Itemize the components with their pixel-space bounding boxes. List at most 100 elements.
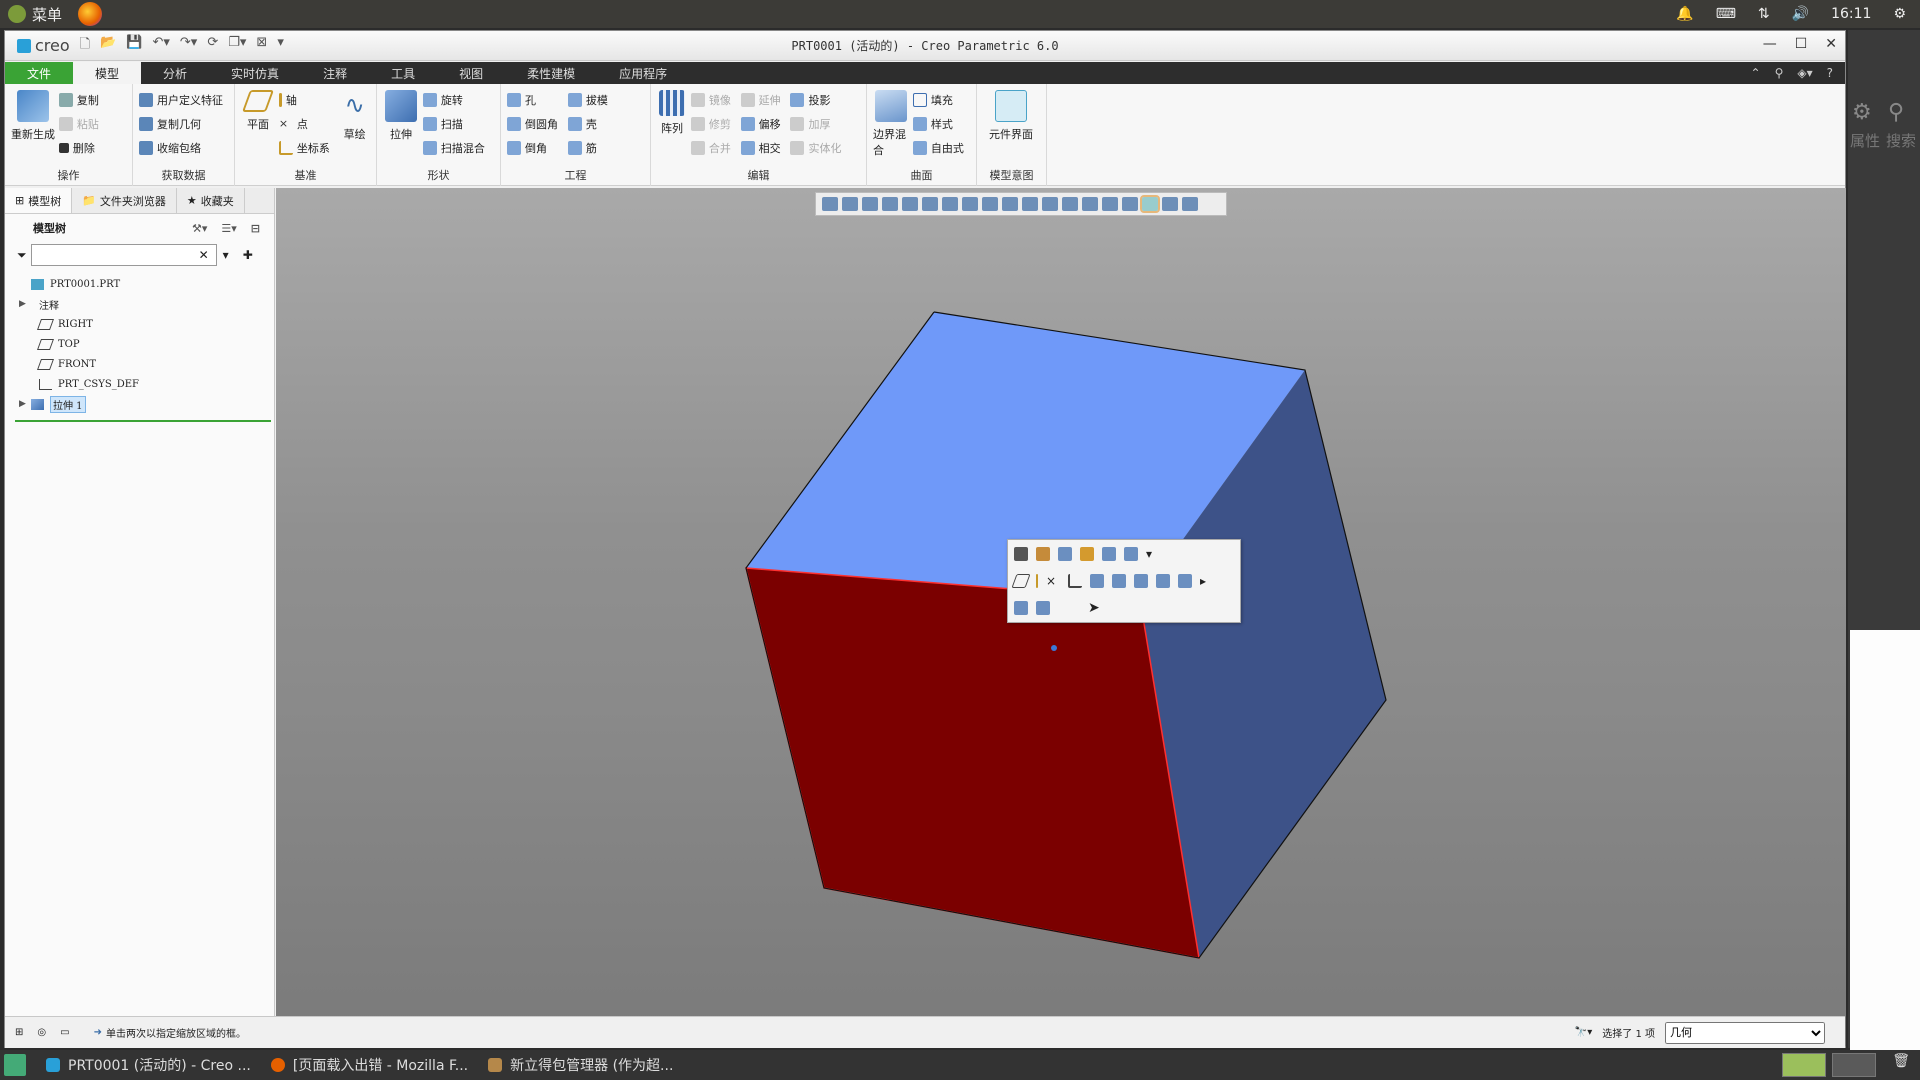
tab-model[interactable]: 模型 [73, 62, 142, 84]
swept-blend-button[interactable]: 扫描混合 [422, 136, 485, 160]
settings-gear-icon[interactable]: ⚙ [1893, 6, 1906, 22]
revolve-icon[interactable] [1134, 573, 1148, 588]
taskbar-item-firefox[interactable]: [页面载入出错 - Mozilla F... [261, 1050, 478, 1080]
axis-button[interactable]: 轴 [278, 88, 330, 112]
offset-icon[interactable] [1036, 600, 1050, 615]
tree-item-part[interactable]: PRT0001.PRT [19, 274, 274, 294]
tab-analysis[interactable]: 分析 [141, 62, 209, 84]
tab-flexible-modeling[interactable]: 柔性建模 [505, 62, 597, 84]
taskbar-item-creo[interactable]: PRT0001 (活动的) - Creo ... [36, 1050, 261, 1080]
trim-button[interactable]: 修剪 [690, 112, 731, 136]
workspace-1[interactable] [1782, 1053, 1827, 1077]
help-center-icon[interactable]: ⚲ [1775, 66, 1784, 80]
keyboard-icon[interactable]: ⌨ [1716, 6, 1736, 22]
pattern-button[interactable]: 阵列 [657, 90, 687, 136]
revolve-button[interactable]: 旋转 [422, 88, 485, 112]
axis-icon[interactable] [1036, 573, 1038, 588]
chamfer-button[interactable]: 倒角 [507, 136, 558, 160]
trash-icon[interactable]: 🗑 [1892, 1053, 1910, 1077]
expand-icon[interactable]: ▶ [19, 399, 31, 409]
clock[interactable]: 16:11 [1831, 6, 1871, 22]
point-icon[interactable]: × [1046, 574, 1060, 588]
pattern-icon[interactable] [1090, 573, 1104, 588]
taskbar-item-synaptic[interactable]: 新立得包管理器 (作为超... [478, 1050, 683, 1080]
volume-icon[interactable]: 🔊 [1792, 6, 1809, 22]
collapse-ribbon-icon[interactable]: ⌃ [1751, 66, 1761, 80]
clear-search-icon[interactable]: ✕ [199, 248, 209, 262]
thicken-button[interactable]: 加厚 [790, 112, 841, 136]
notification-icon[interactable]: 🔔 [1676, 6, 1693, 22]
tree-columns-icon[interactable]: ☰▾ [221, 222, 236, 235]
plane-icon[interactable] [1011, 573, 1031, 588]
copy-button[interactable]: 复制 [58, 88, 99, 112]
firefox-icon[interactable] [78, 2, 103, 26]
tab-applications[interactable]: 应用程序 [597, 62, 689, 84]
system-menu-button[interactable]: 菜单 [0, 2, 103, 26]
tree-search-input[interactable] [30, 244, 217, 266]
extrude-button[interactable]: 拉伸 [383, 90, 419, 142]
style-button[interactable]: 样式 [912, 112, 964, 136]
properties-label[interactable]: 属性 [1850, 130, 1880, 151]
paste-button[interactable]: 粘贴 [58, 112, 99, 136]
measure-icon[interactable] [1124, 546, 1138, 561]
minimize-icon[interactable]: — [1763, 36, 1777, 52]
fill-button[interactable]: 填充 [912, 88, 964, 112]
filter-icon[interactable]: ⏷ [17, 248, 27, 263]
solidify-button[interactable]: 实体化 [790, 136, 841, 160]
tree-item-right[interactable]: RIGHT [19, 314, 274, 334]
nav-toggle-icon[interactable]: ⊞ [15, 1027, 23, 1038]
network-icon[interactable]: ⇅ [1758, 6, 1770, 22]
tab-annotate[interactable]: 注释 [301, 62, 369, 84]
hole-button[interactable]: 孔 [507, 88, 558, 112]
regenerate-icon[interactable]: ⟳ [207, 35, 218, 57]
mirror-icon[interactable] [1156, 573, 1170, 588]
tab-favorites[interactable]: ★ 收藏夹 [177, 188, 245, 213]
group-icon[interactable] [1102, 546, 1116, 561]
find-icon[interactable]: 🔭▾ [1575, 1027, 1592, 1038]
close-window-icon[interactable]: ⊠ [256, 35, 267, 57]
freestyle-button[interactable]: 自由式 [912, 136, 964, 160]
tab-folder-browser[interactable]: 📁 文件夹浏览器 [72, 188, 177, 213]
mirror-button[interactable]: 镜像 [690, 88, 731, 112]
edit-dimensions-icon[interactable] [1014, 546, 1028, 561]
sweep-button[interactable]: 扫描 [422, 112, 485, 136]
rib-button[interactable]: 筋 [567, 136, 608, 160]
tab-live-simulation[interactable]: 实时仿真 [209, 62, 301, 84]
shell-icon[interactable] [1178, 573, 1192, 588]
udf-button[interactable]: 用户定义特征 [139, 88, 223, 112]
search-dropdown-icon[interactable]: ▾ [223, 248, 229, 262]
windows-icon[interactable]: ❐▾ [228, 35, 246, 57]
tree-item-annotations[interactable]: ▶ 注释 [19, 294, 274, 314]
project-button[interactable]: 投影 [790, 88, 841, 112]
edit-references-icon[interactable] [1058, 546, 1072, 561]
fullscreen-icon[interactable]: ▭ [60, 1027, 69, 1038]
tree-item-front[interactable]: FRONT [19, 354, 274, 374]
point-button[interactable]: × 点 [279, 112, 330, 136]
close-icon[interactable]: ✕ [1825, 36, 1837, 52]
plane-button[interactable]: 平面 [241, 90, 275, 132]
undo-icon[interactable]: ↶▾ [152, 35, 169, 57]
round-button[interactable]: 倒圆角 [507, 112, 558, 136]
tab-file[interactable]: 文件 [5, 62, 74, 84]
boundary-blend-button[interactable]: 边界混合 [873, 90, 909, 158]
selection-count[interactable]: 选择了 1 项 [1602, 1025, 1655, 1040]
sketch-icon[interactable] [1014, 600, 1028, 615]
tab-tools[interactable]: 工具 [369, 62, 437, 84]
search-label[interactable]: 搜索 [1886, 130, 1916, 151]
save-icon[interactable]: 💾 [126, 35, 142, 57]
merge-button[interactable]: 合并 [690, 136, 731, 160]
copy-geometry-button[interactable]: 复制几何 [139, 112, 223, 136]
tree-settings-icon[interactable]: ⚒▾ [192, 222, 207, 235]
sketch-button[interactable]: ∿ 草绘 [340, 90, 370, 142]
properties-gear-icon[interactable]: ⚙ [1852, 100, 1872, 125]
more-arrow-icon[interactable]: ▸ [1200, 574, 1206, 588]
delete-button[interactable]: 删除 [58, 136, 99, 160]
search-icon[interactable]: ⚲ [1888, 100, 1904, 125]
extrude-icon[interactable] [1112, 573, 1126, 588]
shell-button[interactable]: 壳 [567, 112, 608, 136]
new-file-icon[interactable]: 🗋 [80, 35, 90, 57]
show-desktop-icon[interactable] [4, 1054, 26, 1076]
browser-toggle-icon[interactable]: ◎ [37, 1027, 46, 1038]
open-file-icon[interactable]: 📂 [100, 35, 116, 57]
tree-expand-icon[interactable]: ⊟ [251, 222, 260, 235]
